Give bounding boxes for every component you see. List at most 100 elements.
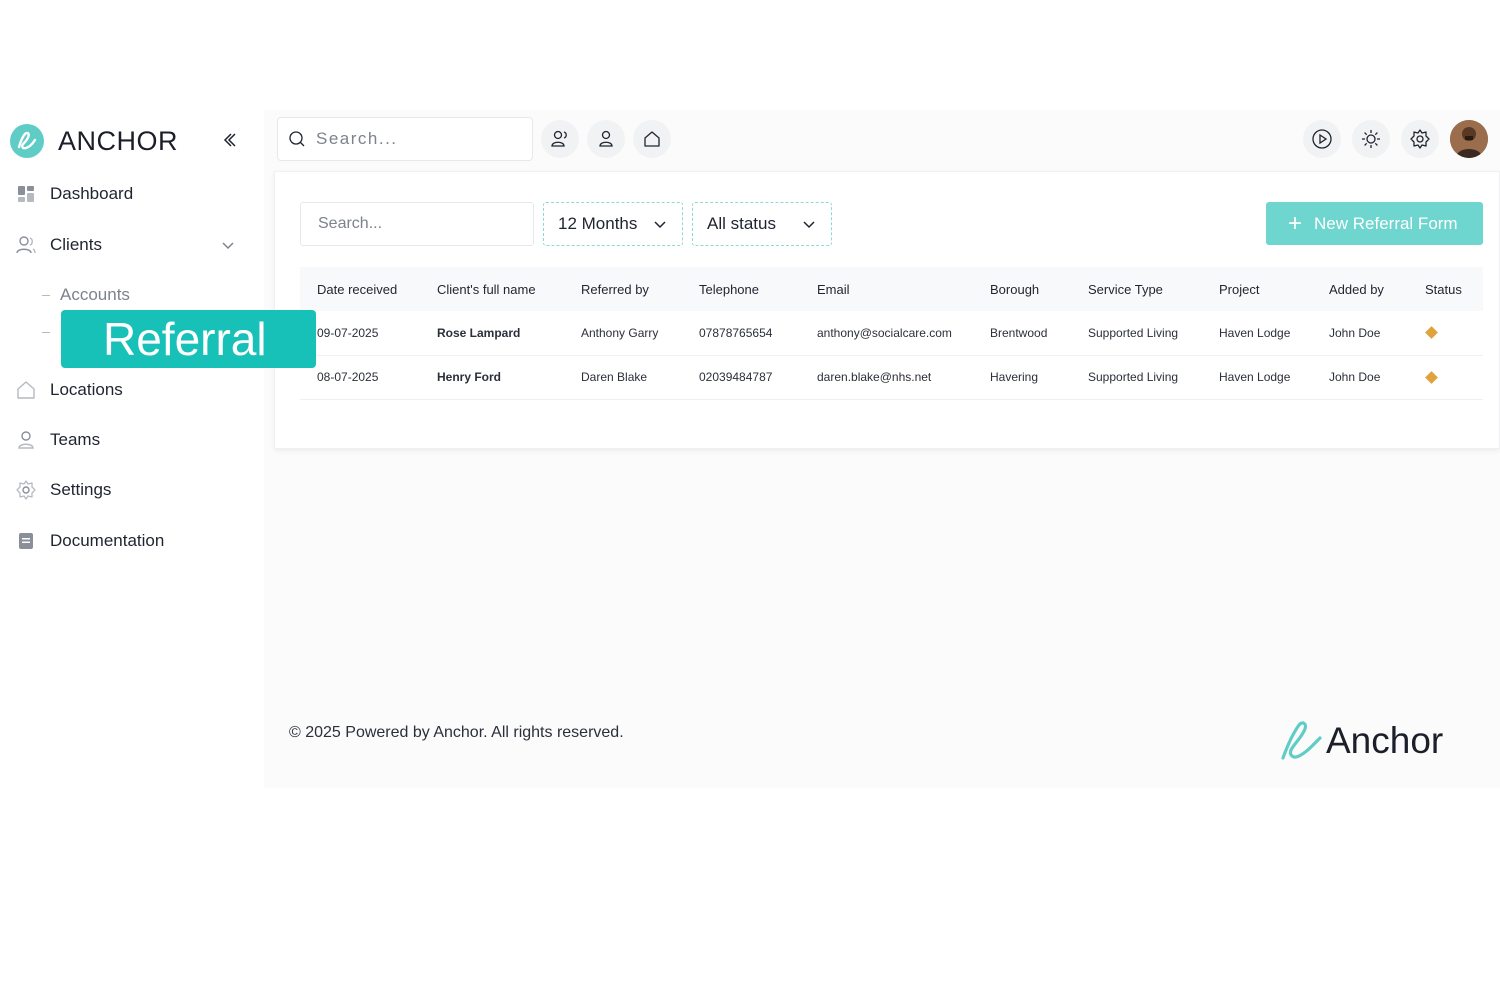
search-placeholder: Search... bbox=[316, 129, 398, 148]
status-value: All status bbox=[707, 214, 776, 233]
theme-toggle-button[interactable] bbox=[1352, 120, 1390, 158]
column-header[interactable]: Email bbox=[800, 267, 973, 311]
column-header[interactable]: Date received bbox=[300, 267, 420, 311]
cell-project: Haven Lodge bbox=[1202, 311, 1312, 356]
sidebar-item-label: Locations bbox=[50, 380, 123, 399]
period-dropdown[interactable]: 12 Months bbox=[543, 202, 683, 246]
sidebar-item-label: Settings bbox=[50, 480, 112, 499]
table-row[interactable]: 09-07-2025 Rose Lampard Anthony Garry 07… bbox=[300, 311, 1483, 356]
column-header[interactable]: Client's full name bbox=[420, 267, 564, 311]
global-search-input[interactable]: Search... bbox=[277, 117, 533, 161]
cell-date: 08-07-2025 bbox=[300, 355, 420, 400]
cell-status bbox=[1408, 355, 1483, 400]
sun-icon bbox=[1362, 130, 1380, 148]
avatar[interactable] bbox=[1450, 120, 1488, 158]
cell-telephone: 02039484787 bbox=[682, 355, 800, 400]
chevron-down-icon bbox=[803, 221, 815, 229]
sidebar-item-documentation[interactable]: Documentation bbox=[14, 526, 164, 556]
period-value: 12 Months bbox=[558, 214, 638, 233]
sidebar-item-label: Documentation bbox=[50, 531, 165, 550]
sidebar-item-teams[interactable]: Teams bbox=[14, 425, 100, 455]
new-referral-label: New Referral Form bbox=[1314, 213, 1458, 233]
home-shortcut-button[interactable] bbox=[633, 120, 671, 158]
sidebar-subitem-label: Accounts bbox=[60, 285, 130, 304]
play-tutorial-button[interactable] bbox=[1303, 120, 1341, 158]
column-header[interactable]: Telephone bbox=[682, 267, 800, 311]
cell-borough: Havering bbox=[973, 355, 1071, 400]
document-icon bbox=[14, 529, 38, 553]
cell-referred-by: Anthony Garry bbox=[564, 311, 682, 356]
referral-highlight-label[interactable]: Referral bbox=[61, 310, 316, 368]
cell-date: 09-07-2025 bbox=[300, 311, 420, 356]
column-header[interactable]: Project bbox=[1202, 267, 1312, 311]
cell-client-name[interactable]: Rose Lampard bbox=[420, 311, 564, 356]
dashboard-icon bbox=[14, 182, 38, 206]
search-icon bbox=[289, 131, 305, 147]
user-icon bbox=[599, 130, 613, 147]
play-icon bbox=[1312, 129, 1332, 149]
column-header[interactable]: Borough bbox=[973, 267, 1071, 311]
home-icon bbox=[14, 378, 38, 402]
users-icon bbox=[551, 130, 567, 147]
status-dropdown[interactable]: All status bbox=[692, 202, 832, 246]
sidebar-subitem-accounts[interactable]: Accounts bbox=[42, 285, 130, 305]
brand-logo[interactable]: ANCHOR bbox=[10, 124, 178, 158]
sidebar-item-label: Dashboard bbox=[50, 184, 134, 203]
column-header[interactable]: Service Type bbox=[1071, 267, 1202, 311]
cell-status bbox=[1408, 311, 1483, 356]
top-bar: Search... bbox=[264, 110, 1500, 168]
gear-icon bbox=[1410, 129, 1430, 149]
brand-name: ANCHOR bbox=[58, 125, 179, 156]
sidebar-item-clients[interactable]: Clients bbox=[14, 230, 102, 260]
cell-borough: Brentwood bbox=[973, 311, 1071, 356]
cell-added-by: John Doe bbox=[1312, 311, 1408, 356]
sidebar-item-dashboard[interactable]: Dashboard bbox=[14, 179, 133, 209]
cell-email: daren.blake@nhs.net bbox=[800, 355, 973, 400]
cell-added-by: John Doe bbox=[1312, 355, 1408, 400]
user-icon bbox=[14, 428, 38, 452]
cell-service-type: Supported Living bbox=[1071, 311, 1202, 356]
footer-copyright: © 2025 Powered by Anchor. All rights res… bbox=[289, 724, 624, 741]
table-header-row: Date received Client's full name Referre… bbox=[300, 267, 1483, 311]
sidebar-item-settings[interactable]: Settings bbox=[14, 475, 111, 505]
referrals-table: Date received Client's full name Referre… bbox=[300, 267, 1483, 400]
anchor-logo-icon bbox=[1281, 721, 1322, 760]
avatar-image bbox=[1450, 120, 1488, 158]
column-header[interactable]: Added by bbox=[1312, 267, 1408, 311]
subitem-dash bbox=[42, 332, 50, 333]
cell-project: Haven Lodge bbox=[1202, 355, 1312, 400]
status-indicator-icon bbox=[1425, 370, 1438, 384]
footer-logo-text: Anchor bbox=[1326, 720, 1444, 761]
table-row[interactable]: 08-07-2025 Henry Ford Daren Blake 020394… bbox=[300, 355, 1483, 400]
anchor-logo-icon bbox=[10, 124, 44, 158]
settings-button[interactable] bbox=[1401, 120, 1439, 158]
sidebar: ANCHOR Dashboard Clients Accounts Referr… bbox=[0, 110, 316, 788]
sidebar-subitem-referral[interactable] bbox=[42, 332, 60, 333]
sidebar-item-label: Clients bbox=[50, 235, 102, 254]
subitem-dash bbox=[42, 294, 50, 296]
column-header[interactable]: Referred by bbox=[564, 267, 682, 311]
home-icon bbox=[644, 131, 660, 147]
sidebar-item-label: Teams bbox=[50, 430, 101, 449]
gear-icon bbox=[14, 478, 38, 502]
status-indicator-icon bbox=[1425, 326, 1438, 340]
referrals-card: Search... 12 Months All status + New Ref… bbox=[274, 171, 1500, 449]
chevron-down-icon[interactable] bbox=[220, 237, 236, 258]
clients-shortcut-button[interactable] bbox=[541, 120, 579, 158]
users-icon bbox=[14, 233, 38, 257]
sidebar-item-locations[interactable]: Locations bbox=[14, 375, 123, 405]
footer-logo: Anchor bbox=[1280, 720, 1443, 762]
column-header[interactable]: Status bbox=[1408, 267, 1483, 311]
cell-service-type: Supported Living bbox=[1071, 355, 1202, 400]
cell-telephone: 07878765654 bbox=[682, 311, 800, 356]
profile-shortcut-button[interactable] bbox=[587, 120, 625, 158]
search-placeholder: Search... bbox=[318, 215, 383, 232]
chevron-down-icon bbox=[654, 221, 666, 229]
new-referral-form-button[interactable]: + New Referral Form bbox=[1266, 202, 1483, 245]
cell-referred-by: Daren Blake bbox=[564, 355, 682, 400]
table-search-input[interactable]: Search... bbox=[300, 202, 534, 246]
app-shell: ANCHOR Dashboard Clients Accounts Referr… bbox=[0, 110, 1500, 788]
collapse-sidebar-icon[interactable] bbox=[220, 130, 240, 150]
cell-client-name[interactable]: Henry Ford bbox=[420, 355, 564, 400]
cell-email: anthony@socialcare.com bbox=[800, 311, 973, 356]
